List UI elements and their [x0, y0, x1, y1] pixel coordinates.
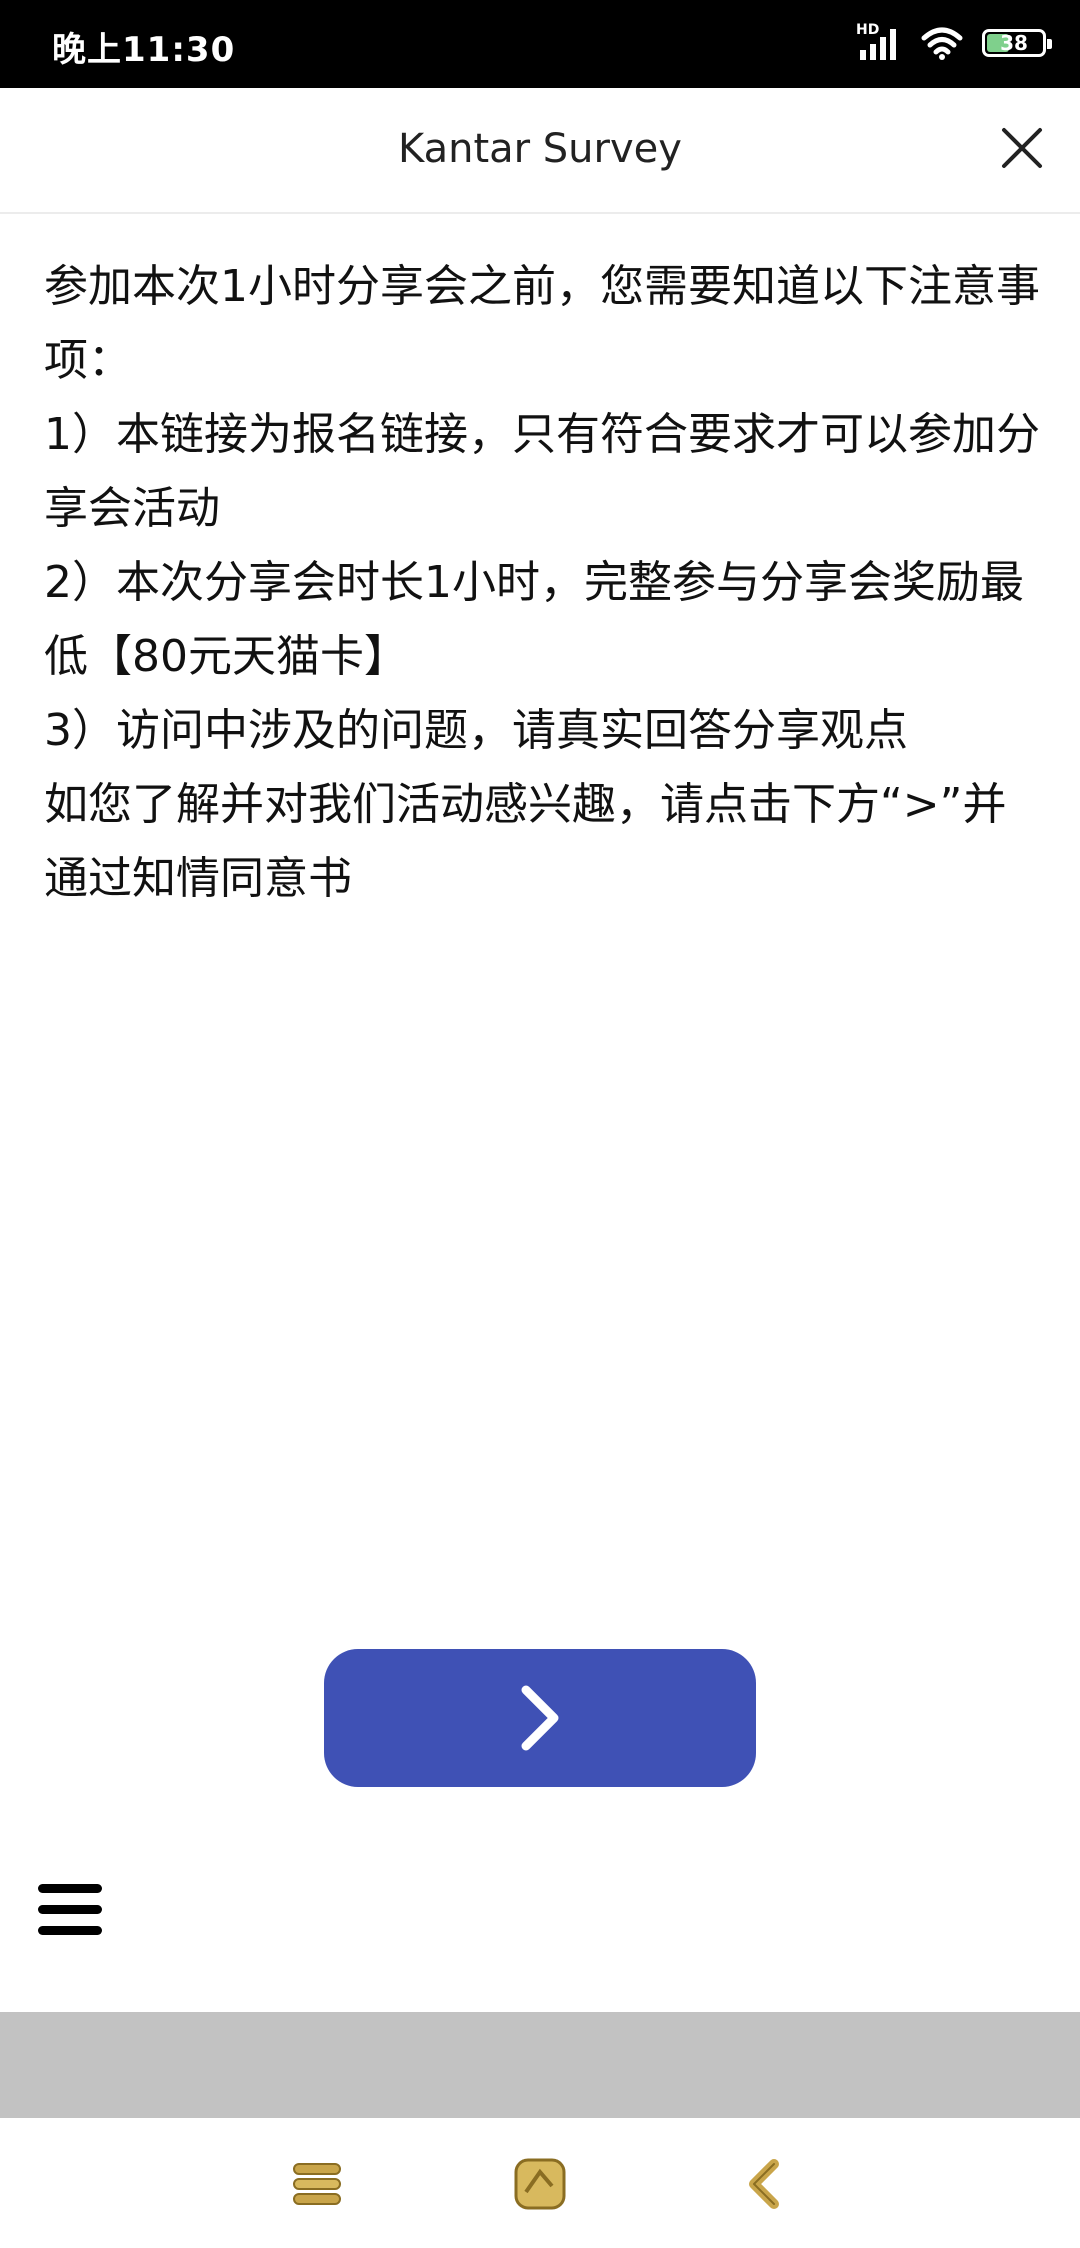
- battery-icon: 38: [982, 29, 1052, 57]
- status-bar: 晚上11:30 HD 38: [0, 0, 1080, 88]
- battery-level: 38: [1000, 31, 1028, 55]
- status-icons: HD 38: [856, 22, 1052, 60]
- notice-item-3: 3）访问中涉及的问题，请真实回答分享观点: [44, 705, 908, 756]
- menu-key-icon: [293, 2163, 341, 2205]
- system-nav-bar: [0, 2118, 1080, 2248]
- home-key-icon: [514, 2158, 566, 2210]
- status-time: 晚上11:30: [52, 30, 236, 70]
- back-key-icon: [749, 2159, 779, 2209]
- chevron-right-icon: [521, 1685, 559, 1751]
- notice-instruction: 如您了解并对我们活动感兴趣，请点击下方“>”并通过知情同意书: [44, 779, 1007, 904]
- notice-item-2: 2）本次分享会时长1小时，完整参与分享会奖励最低【80元天猫卡】: [44, 557, 1024, 682]
- menu-key[interactable]: [290, 2156, 346, 2212]
- notice-intro: 参加本次1小时分享会之前，您需要知道以下注意事项：: [44, 261, 1040, 386]
- home-key[interactable]: [512, 2156, 568, 2212]
- back-key[interactable]: [740, 2156, 796, 2212]
- notice-item-1: 1）本链接为报名链接，只有符合要求才可以参加分享会活动: [44, 409, 1040, 534]
- hamburger-menu-icon: [38, 1884, 102, 1935]
- next-button[interactable]: [324, 1649, 756, 1787]
- page-title: Kantar Survey: [398, 126, 682, 172]
- header-bar: Kantar Survey: [0, 88, 1080, 214]
- bottom-divider-band: [0, 2012, 1080, 2118]
- close-icon: [1002, 128, 1042, 168]
- menu-button[interactable]: [36, 1880, 106, 1940]
- wifi-icon: [920, 26, 964, 60]
- notice-content: 参加本次1小时分享会之前，您需要知道以下注意事项： 1）本链接为报名链接，只有符…: [44, 250, 1044, 916]
- close-button[interactable]: [998, 124, 1046, 172]
- signal-icon: HD: [856, 22, 902, 60]
